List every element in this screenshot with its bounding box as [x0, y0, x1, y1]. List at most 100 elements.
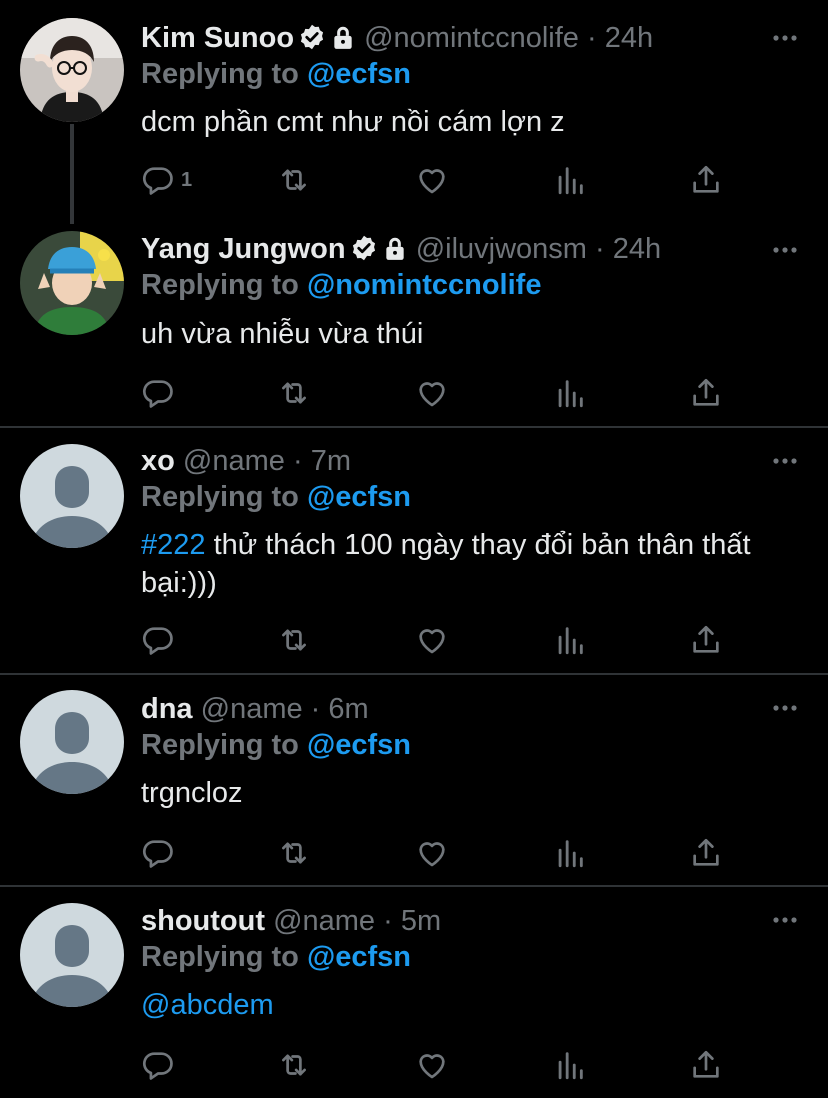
- handle[interactable]: @name: [183, 445, 285, 477]
- tweet-yang-jungwon[interactable]: Yang Jungwon @iluvjwonsm · 24h Replying …: [0, 215, 828, 427]
- retweet-button[interactable]: [277, 373, 311, 413]
- more-options-icon[interactable]: [770, 235, 800, 265]
- replying-to: Replying to @ecfsn: [141, 54, 411, 94]
- share-icon: [689, 1048, 723, 1082]
- timestamp[interactable]: 6m: [328, 693, 368, 725]
- timestamp[interactable]: 7m: [311, 445, 351, 477]
- analytics-icon: [553, 836, 587, 870]
- tweet-actions: [141, 833, 741, 873]
- share-button[interactable]: [689, 160, 723, 200]
- replying-to: Replying to @nomintccnolife: [141, 265, 541, 305]
- retweet-button[interactable]: [277, 160, 311, 200]
- dot-separator: ·: [586, 22, 597, 54]
- retweet-button[interactable]: [277, 1045, 311, 1085]
- tweet-dna[interactable]: dna @name · 6m Replying to @ecfsn trgncl…: [0, 675, 828, 885]
- more-options-icon[interactable]: [770, 23, 800, 53]
- analytics-button[interactable]: [553, 833, 587, 873]
- replying-label: Replying to: [141, 941, 299, 973]
- more-options-icon[interactable]: [770, 693, 800, 723]
- tweet-header: xo @name · 7m: [141, 441, 351, 481]
- like-button[interactable]: [415, 373, 449, 413]
- tweet-kim-sunoo[interactable]: Kim Sunoo @nomintccnolife · 24h Replying…: [0, 0, 828, 224]
- reply-button[interactable]: [141, 1045, 175, 1085]
- tweet-text: uh vừa nhiễu vừa thúi: [141, 318, 424, 350]
- retweet-button[interactable]: [277, 620, 311, 660]
- share-button[interactable]: [689, 373, 723, 413]
- verified-badge-icon: [298, 23, 326, 51]
- analytics-button[interactable]: [553, 1045, 587, 1085]
- verified-badge-icon: [350, 234, 378, 262]
- timestamp[interactable]: 24h: [605, 22, 653, 54]
- lock-icon: [382, 236, 408, 262]
- tweet-text-content: thử thách 100 ngày thay đổi bản thân thấ…: [141, 529, 751, 599]
- like-icon: [415, 163, 449, 197]
- reply-button[interactable]: [141, 620, 175, 660]
- display-name[interactable]: Yang Jungwon: [141, 233, 346, 265]
- display-name[interactable]: Kim Sunoo: [141, 22, 294, 54]
- reply-icon: [141, 623, 175, 657]
- retweet-icon: [277, 836, 311, 870]
- tweet-text: @abcdem: [141, 986, 801, 1024]
- share-icon: [689, 163, 723, 197]
- avatar[interactable]: [20, 231, 124, 335]
- more-options-icon[interactable]: [770, 446, 800, 476]
- hashtag-link[interactable]: #222: [141, 529, 206, 561]
- thread-line: [70, 124, 74, 224]
- tweet-header: shoutout @name · 5m: [141, 901, 441, 941]
- like-icon: [415, 1048, 449, 1082]
- tweet-shoutout[interactable]: shoutout @name · 5m Replying to @ecfsn @…: [0, 887, 828, 1098]
- reply-count: 1: [181, 168, 193, 191]
- lock-icon: [330, 25, 356, 51]
- default-avatar[interactable]: [20, 690, 124, 794]
- replying-to-mention[interactable]: @ecfsn: [307, 941, 411, 973]
- more-options-icon[interactable]: [770, 905, 800, 935]
- tweet-xo[interactable]: xo @name · 7m Replying to @ecfsn #222 th…: [0, 428, 828, 673]
- replying-to-mention[interactable]: @ecfsn: [307, 729, 411, 761]
- like-button[interactable]: [415, 833, 449, 873]
- handle[interactable]: @nomintccnolife: [364, 22, 579, 54]
- share-button[interactable]: [689, 1045, 723, 1085]
- display-name[interactable]: shoutout: [141, 905, 265, 937]
- handle[interactable]: @name: [273, 905, 375, 937]
- replying-to-mention[interactable]: @nomintccnolife: [307, 269, 542, 301]
- reply-button[interactable]: [141, 373, 175, 413]
- share-button[interactable]: [689, 620, 723, 660]
- replying-label: Replying to: [141, 269, 299, 301]
- reply-button[interactable]: 1: [141, 160, 192, 200]
- avatar[interactable]: [20, 18, 124, 122]
- dot-separator: ·: [595, 233, 605, 265]
- display-name[interactable]: dna: [141, 693, 193, 725]
- handle[interactable]: @name: [201, 693, 303, 725]
- default-avatar[interactable]: [20, 903, 124, 1007]
- replying-to-mention[interactable]: @ecfsn: [307, 58, 411, 90]
- replying-to-mention[interactable]: @ecfsn: [307, 481, 411, 513]
- reply-button[interactable]: [141, 833, 175, 873]
- reply-icon: [141, 1048, 175, 1082]
- timestamp[interactable]: 5m: [401, 905, 441, 937]
- analytics-button[interactable]: [553, 160, 587, 200]
- replying-label: Replying to: [141, 481, 299, 513]
- like-button[interactable]: [415, 1045, 449, 1085]
- tweet-actions: [141, 1045, 741, 1085]
- retweet-button[interactable]: [277, 833, 311, 873]
- share-icon: [689, 623, 723, 657]
- analytics-button[interactable]: [553, 373, 587, 413]
- timestamp[interactable]: 24h: [613, 233, 661, 265]
- like-button[interactable]: [415, 160, 449, 200]
- reply-icon: [141, 836, 175, 870]
- replying-to: Replying to @ecfsn: [141, 725, 411, 765]
- default-avatar[interactable]: [20, 444, 124, 548]
- tweet-header: Yang Jungwon @iluvjwonsm · 24h: [141, 229, 661, 269]
- analytics-button[interactable]: [553, 620, 587, 660]
- dot-separator: ·: [310, 693, 321, 725]
- tweet-text: dcm phần cmt như nồi cám lợn z: [141, 106, 565, 138]
- analytics-icon: [553, 1048, 587, 1082]
- reply-icon: [141, 376, 175, 410]
- share-button[interactable]: [689, 833, 723, 873]
- mention-link[interactable]: @abcdem: [141, 989, 274, 1021]
- share-icon: [689, 376, 723, 410]
- handle[interactable]: @iluvjwonsm: [416, 233, 587, 265]
- display-name[interactable]: xo: [141, 445, 175, 477]
- analytics-icon: [553, 163, 587, 197]
- like-button[interactable]: [415, 620, 449, 660]
